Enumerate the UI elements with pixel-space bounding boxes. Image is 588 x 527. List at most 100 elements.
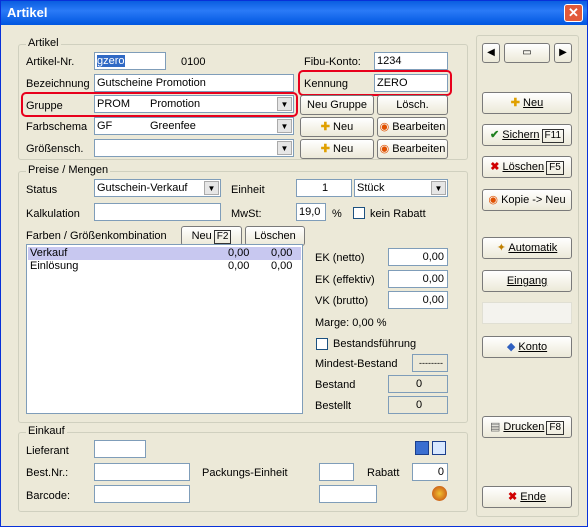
save-icon[interactable] xyxy=(415,441,429,455)
farbschema-neu-button[interactable]: ✚ Neu xyxy=(300,117,374,137)
ek-netto-field[interactable]: 0,00 xyxy=(388,248,448,266)
packungs-einheit-field[interactable] xyxy=(319,463,354,481)
mindest-bestand-field: -------- xyxy=(412,354,448,372)
chevron-down-icon[interactable]: ▼ xyxy=(204,181,219,195)
loesch-button[interactable]: Lösch. xyxy=(377,95,448,115)
farbschema-name: Greenfee xyxy=(150,120,196,132)
barcode-label: Barcode: xyxy=(26,490,71,502)
groessensch-bearbeiten-button[interactable]: ◉ Bearbeiten xyxy=(377,139,448,159)
farben-label: Farben / Größenkombination xyxy=(26,230,167,242)
plus-icon: ✚ xyxy=(320,143,331,155)
bestnr-field[interactable] xyxy=(94,463,190,481)
window-title: Artikel xyxy=(7,5,48,20)
farbschema-combo[interactable]: GF Greenfee ▼ xyxy=(94,117,294,135)
packungs-einheit-label: Packungs-Einheit xyxy=(202,467,288,479)
percent-label: % xyxy=(332,208,342,220)
barcode-field[interactable] xyxy=(94,485,190,503)
drucken-button[interactable]: ▤ Drucken F8 xyxy=(482,416,572,438)
list-item[interactable]: Verkauf 0,00 0,00 xyxy=(28,247,301,260)
exit-icon: ✖ xyxy=(508,491,521,503)
mindest-bestand-label: Mindest-Bestand xyxy=(315,358,398,370)
status-label: Status xyxy=(26,184,58,196)
fibu-field[interactable]: 1234 xyxy=(374,52,448,70)
bestandsfuehrung-checkbox[interactable] xyxy=(316,338,328,350)
chevron-down-icon[interactable]: ▼ xyxy=(277,141,292,155)
status-combo[interactable]: Gutschein-Verkauf ▼ xyxy=(94,179,221,197)
vk-brutto-field[interactable]: 0,00 xyxy=(388,291,448,309)
ek-effektiv-label: EK (effektiv) xyxy=(315,274,375,286)
account-icon: ◆ xyxy=(506,341,519,353)
kein-rabatt-checkbox[interactable] xyxy=(353,207,365,219)
edit-icon: ◉ xyxy=(379,121,390,133)
kennung-label: Kennung xyxy=(304,78,349,90)
sichern-button[interactable]: ✔ Sichern F11 xyxy=(482,124,572,146)
next-icon[interactable]: ▶ xyxy=(554,43,572,63)
client-area: Artikel Artikel-Nr. gzero 0100 Fibu-Kont… xyxy=(4,27,584,524)
printer-icon: ▤ xyxy=(489,421,504,433)
kein-rabatt-label: kein Rabatt xyxy=(370,208,426,220)
bestellt-label: Bestellt xyxy=(315,400,352,412)
barcode-extra-field[interactable] xyxy=(319,485,377,503)
farbschema-code: GF xyxy=(97,120,113,132)
mwst-field[interactable]: 19,0 xyxy=(296,203,326,221)
marge-label: Marge: 0,00 % xyxy=(315,317,387,329)
empty-slot xyxy=(482,302,572,324)
neu-button[interactable]: ✚ Neu xyxy=(482,92,572,114)
preise-group-title: Preise / Mengen xyxy=(26,164,111,176)
list-item[interactable]: Einlösung 0,00 0,00 xyxy=(28,260,301,273)
plus-icon: ✚ xyxy=(320,121,331,133)
color-palette-icon[interactable] xyxy=(432,486,447,501)
lieferant-label: Lieferant xyxy=(26,445,69,457)
groessensch-combo[interactable]: ▼ xyxy=(94,139,294,157)
loeschen-button[interactable]: ✖ Löschen F5 xyxy=(482,156,572,178)
bestellt-field: 0 xyxy=(388,396,448,414)
edit-icon: ◉ xyxy=(379,143,390,155)
groessensch-neu-button[interactable]: ✚ Neu xyxy=(300,139,374,159)
wand-icon: ✦ xyxy=(496,242,509,254)
artikelnr-field[interactable]: gzero xyxy=(94,52,166,70)
farben-list[interactable]: Verkauf 0,00 0,00 Einlösung 0,00 0,00 xyxy=(26,244,303,414)
rabatt-label: Rabatt xyxy=(367,467,400,479)
kennung-field[interactable]: ZERO xyxy=(374,74,448,92)
bezeichnung-field[interactable]: Gutscheine Promotion xyxy=(94,74,294,92)
einheit-combo[interactable]: Stück ▼ xyxy=(354,179,448,197)
einheit-qty-field[interactable]: 1 xyxy=(296,179,352,197)
artikel-group-title: Artikel xyxy=(26,37,61,49)
eingang-button[interactable]: Eingang xyxy=(482,270,572,292)
einkauf-group-title: Einkauf xyxy=(26,425,67,437)
gruppe-name: Promotion xyxy=(150,98,201,110)
farben-loeschen-button[interactable]: Löschen xyxy=(245,226,305,246)
bestandsfuehrung-label: Bestandsführung xyxy=(333,338,417,350)
print-preview-icon[interactable]: ▭ xyxy=(504,43,550,63)
mwst-label: MwSt: xyxy=(231,208,262,220)
search-icon[interactable] xyxy=(432,441,446,455)
neu-gruppe-button[interactable]: Neu Gruppe xyxy=(300,95,374,115)
konto-button[interactable]: ◆ Konto xyxy=(482,336,572,358)
farbschema-label: Farbschema xyxy=(26,121,88,133)
einheit-label: Einheit xyxy=(231,184,265,196)
lieferant-field[interactable] xyxy=(94,440,146,458)
gruppe-combo[interactable]: PROM Promotion ▼ xyxy=(94,95,294,113)
close-button[interactable]: ✕ xyxy=(564,4,583,22)
bestand-label: Bestand xyxy=(315,379,356,391)
copy-icon: ◉ xyxy=(488,194,502,206)
chevron-down-icon[interactable]: ▼ xyxy=(277,97,292,111)
farbschema-bearbeiten-button[interactable]: ◉ Bearbeiten xyxy=(377,117,448,137)
plus-icon: ✚ xyxy=(510,97,524,109)
kopie-neu-button[interactable]: ◉ Kopie -> Neu xyxy=(482,189,572,211)
automatik-button[interactable]: ✦ Automatik xyxy=(482,237,572,259)
ende-button[interactable]: ✖ Ende xyxy=(482,486,572,508)
title-bar: Artikel ✕ xyxy=(1,1,587,25)
kalkulation-field[interactable] xyxy=(94,203,221,221)
bestand-field: 0 xyxy=(388,375,448,393)
ek-effektiv-field[interactable]: 0,00 xyxy=(388,270,448,288)
prev-icon[interactable]: ◀ xyxy=(482,43,500,63)
farben-neu-button[interactable]: Neu F2 xyxy=(181,226,242,246)
rabatt-field[interactable]: 0 xyxy=(412,463,448,481)
bestnr-label: Best.Nr.: xyxy=(26,467,69,479)
vk-brutto-label: VK (brutto) xyxy=(315,295,369,307)
chevron-down-icon[interactable]: ▼ xyxy=(431,181,446,195)
ek-netto-label: EK (netto) xyxy=(315,252,365,264)
groessensch-label: Größensch. xyxy=(26,143,84,155)
chevron-down-icon[interactable]: ▼ xyxy=(277,119,292,133)
